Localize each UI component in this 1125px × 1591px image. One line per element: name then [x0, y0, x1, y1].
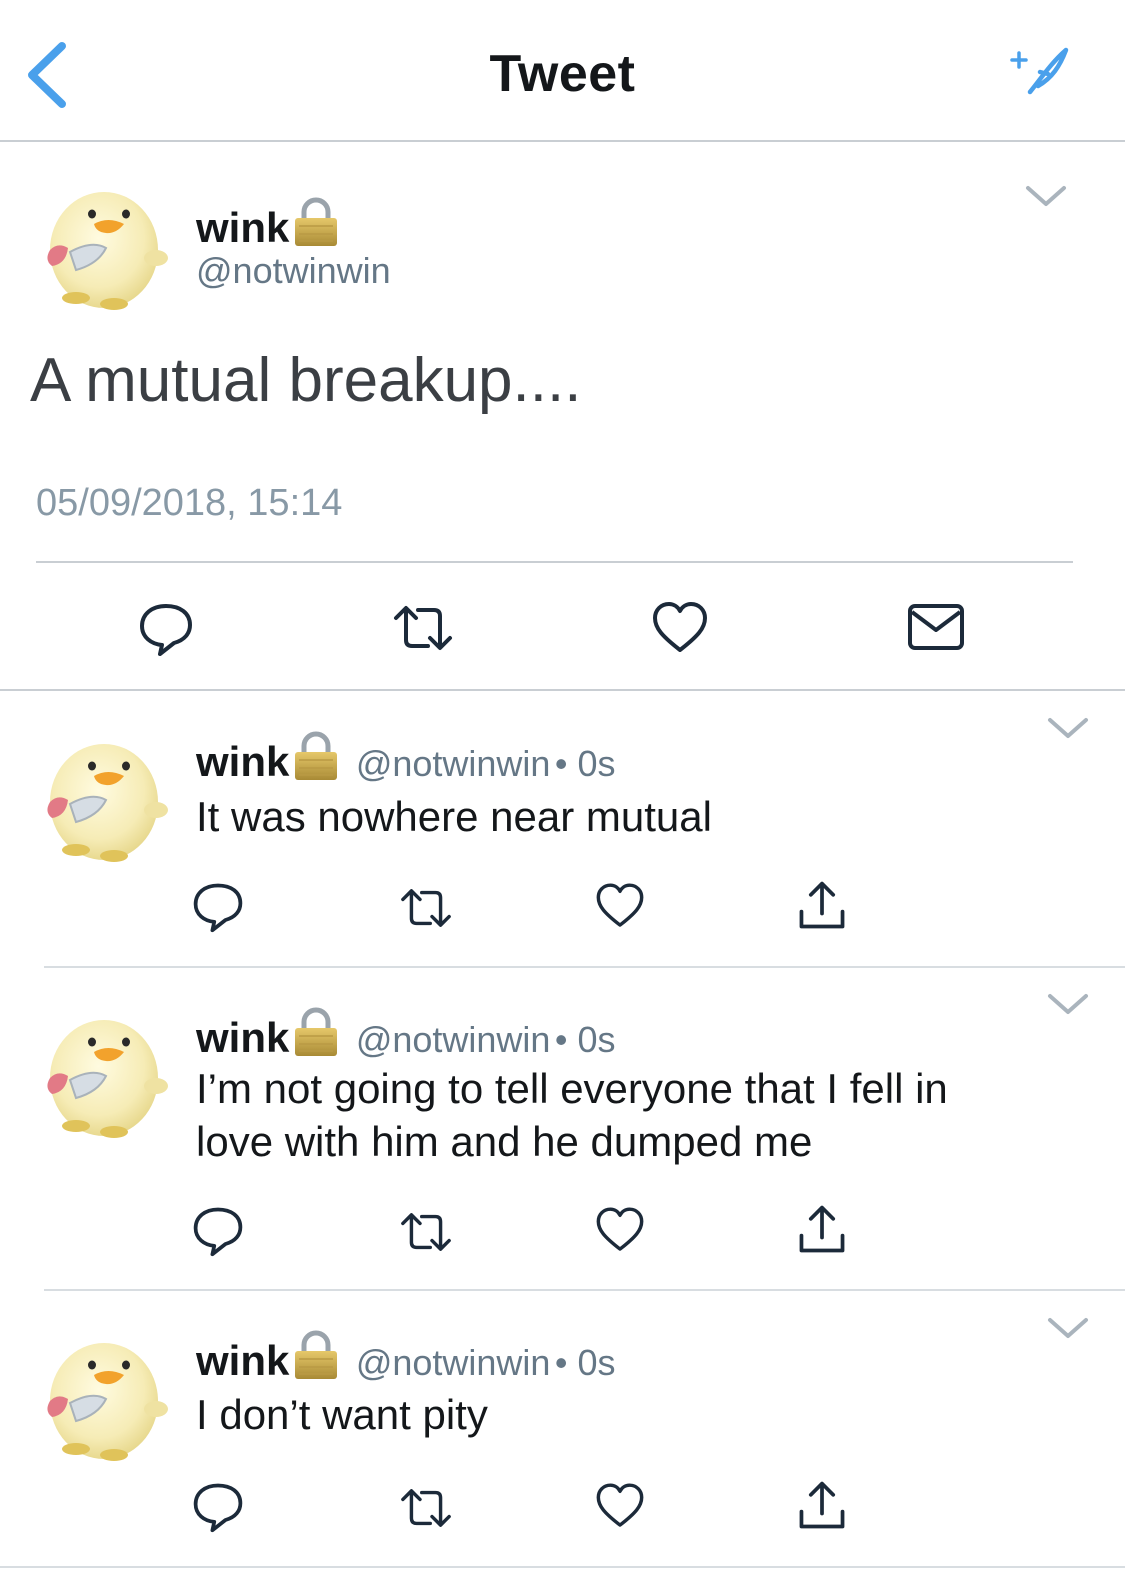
reply-icon[interactable] [190, 1202, 246, 1258]
divider [36, 561, 1073, 563]
reply-icon[interactable] [136, 598, 196, 658]
avatar[interactable] [36, 1329, 171, 1464]
retweet-icon[interactable] [388, 598, 458, 658]
display-name[interactable]: wink [196, 738, 289, 785]
direct-message-icon[interactable] [906, 600, 966, 654]
reply-text: I don’t want pity [196, 1391, 488, 1438]
tweet-author[interactable]: wink [196, 196, 341, 252]
like-icon[interactable] [594, 1478, 646, 1534]
user-handle[interactable]: @notwinwin [356, 1342, 551, 1383]
user-handle[interactable]: @notwinwin [356, 1019, 551, 1060]
avatar[interactable] [36, 730, 171, 865]
chevron-down-icon[interactable] [1046, 992, 1090, 1016]
reply-header: wink @notwinwin • 0s [196, 1329, 616, 1385]
lock-icon [291, 196, 341, 248]
lock-icon [291, 730, 341, 782]
chevron-down-icon[interactable] [1046, 1316, 1090, 1340]
share-icon[interactable] [794, 1202, 850, 1258]
reply-icon[interactable] [190, 878, 246, 934]
reply-text-line: love with him and he dumped me [196, 1118, 813, 1165]
divider [0, 1566, 1125, 1568]
retweet-icon[interactable] [396, 1482, 456, 1534]
reply-text-line: I’m not going to tell everyone that I fe… [196, 1065, 948, 1112]
avatar[interactable] [36, 178, 171, 313]
chevron-down-icon[interactable] [1024, 184, 1068, 208]
lock-icon [291, 1006, 341, 1058]
chevron-down-icon[interactable] [1046, 716, 1090, 740]
like-icon[interactable] [650, 598, 710, 658]
compose-tweet-icon[interactable] [1008, 44, 1072, 100]
retweet-icon[interactable] [396, 1206, 456, 1258]
reply-header: wink @notwinwin • 0s [196, 1006, 616, 1062]
reply-text: It was nowhere near mutual [196, 793, 712, 840]
retweet-icon[interactable] [396, 882, 456, 934]
divider [0, 689, 1125, 691]
reply-header: wink @notwinwin • 0s [196, 730, 616, 786]
like-icon[interactable] [594, 878, 646, 934]
share-icon[interactable] [794, 1478, 850, 1534]
user-handle[interactable]: @notwinwin [356, 743, 551, 784]
user-handle: @notwinwin [196, 250, 391, 291]
divider [44, 1289, 1125, 1291]
page-title: Tweet [489, 45, 636, 103]
tweet-timestamp: 05/09/2018, 15:14 [36, 482, 343, 524]
reply-time: • 0s [554, 1019, 616, 1060]
reply-icon[interactable] [190, 1478, 246, 1534]
avatar[interactable] [36, 1006, 171, 1141]
like-icon[interactable] [594, 1202, 646, 1258]
reply-time: • 0s [554, 1342, 616, 1383]
divider [44, 966, 1125, 968]
reply-time: • 0s [554, 743, 616, 784]
display-name[interactable]: wink [196, 1337, 289, 1384]
lock-icon [291, 1329, 341, 1381]
tweet-text: A mutual breakup.... [30, 346, 582, 415]
share-icon[interactable] [794, 878, 850, 934]
display-name[interactable]: wink [196, 1014, 289, 1061]
display-name: wink [196, 204, 290, 251]
